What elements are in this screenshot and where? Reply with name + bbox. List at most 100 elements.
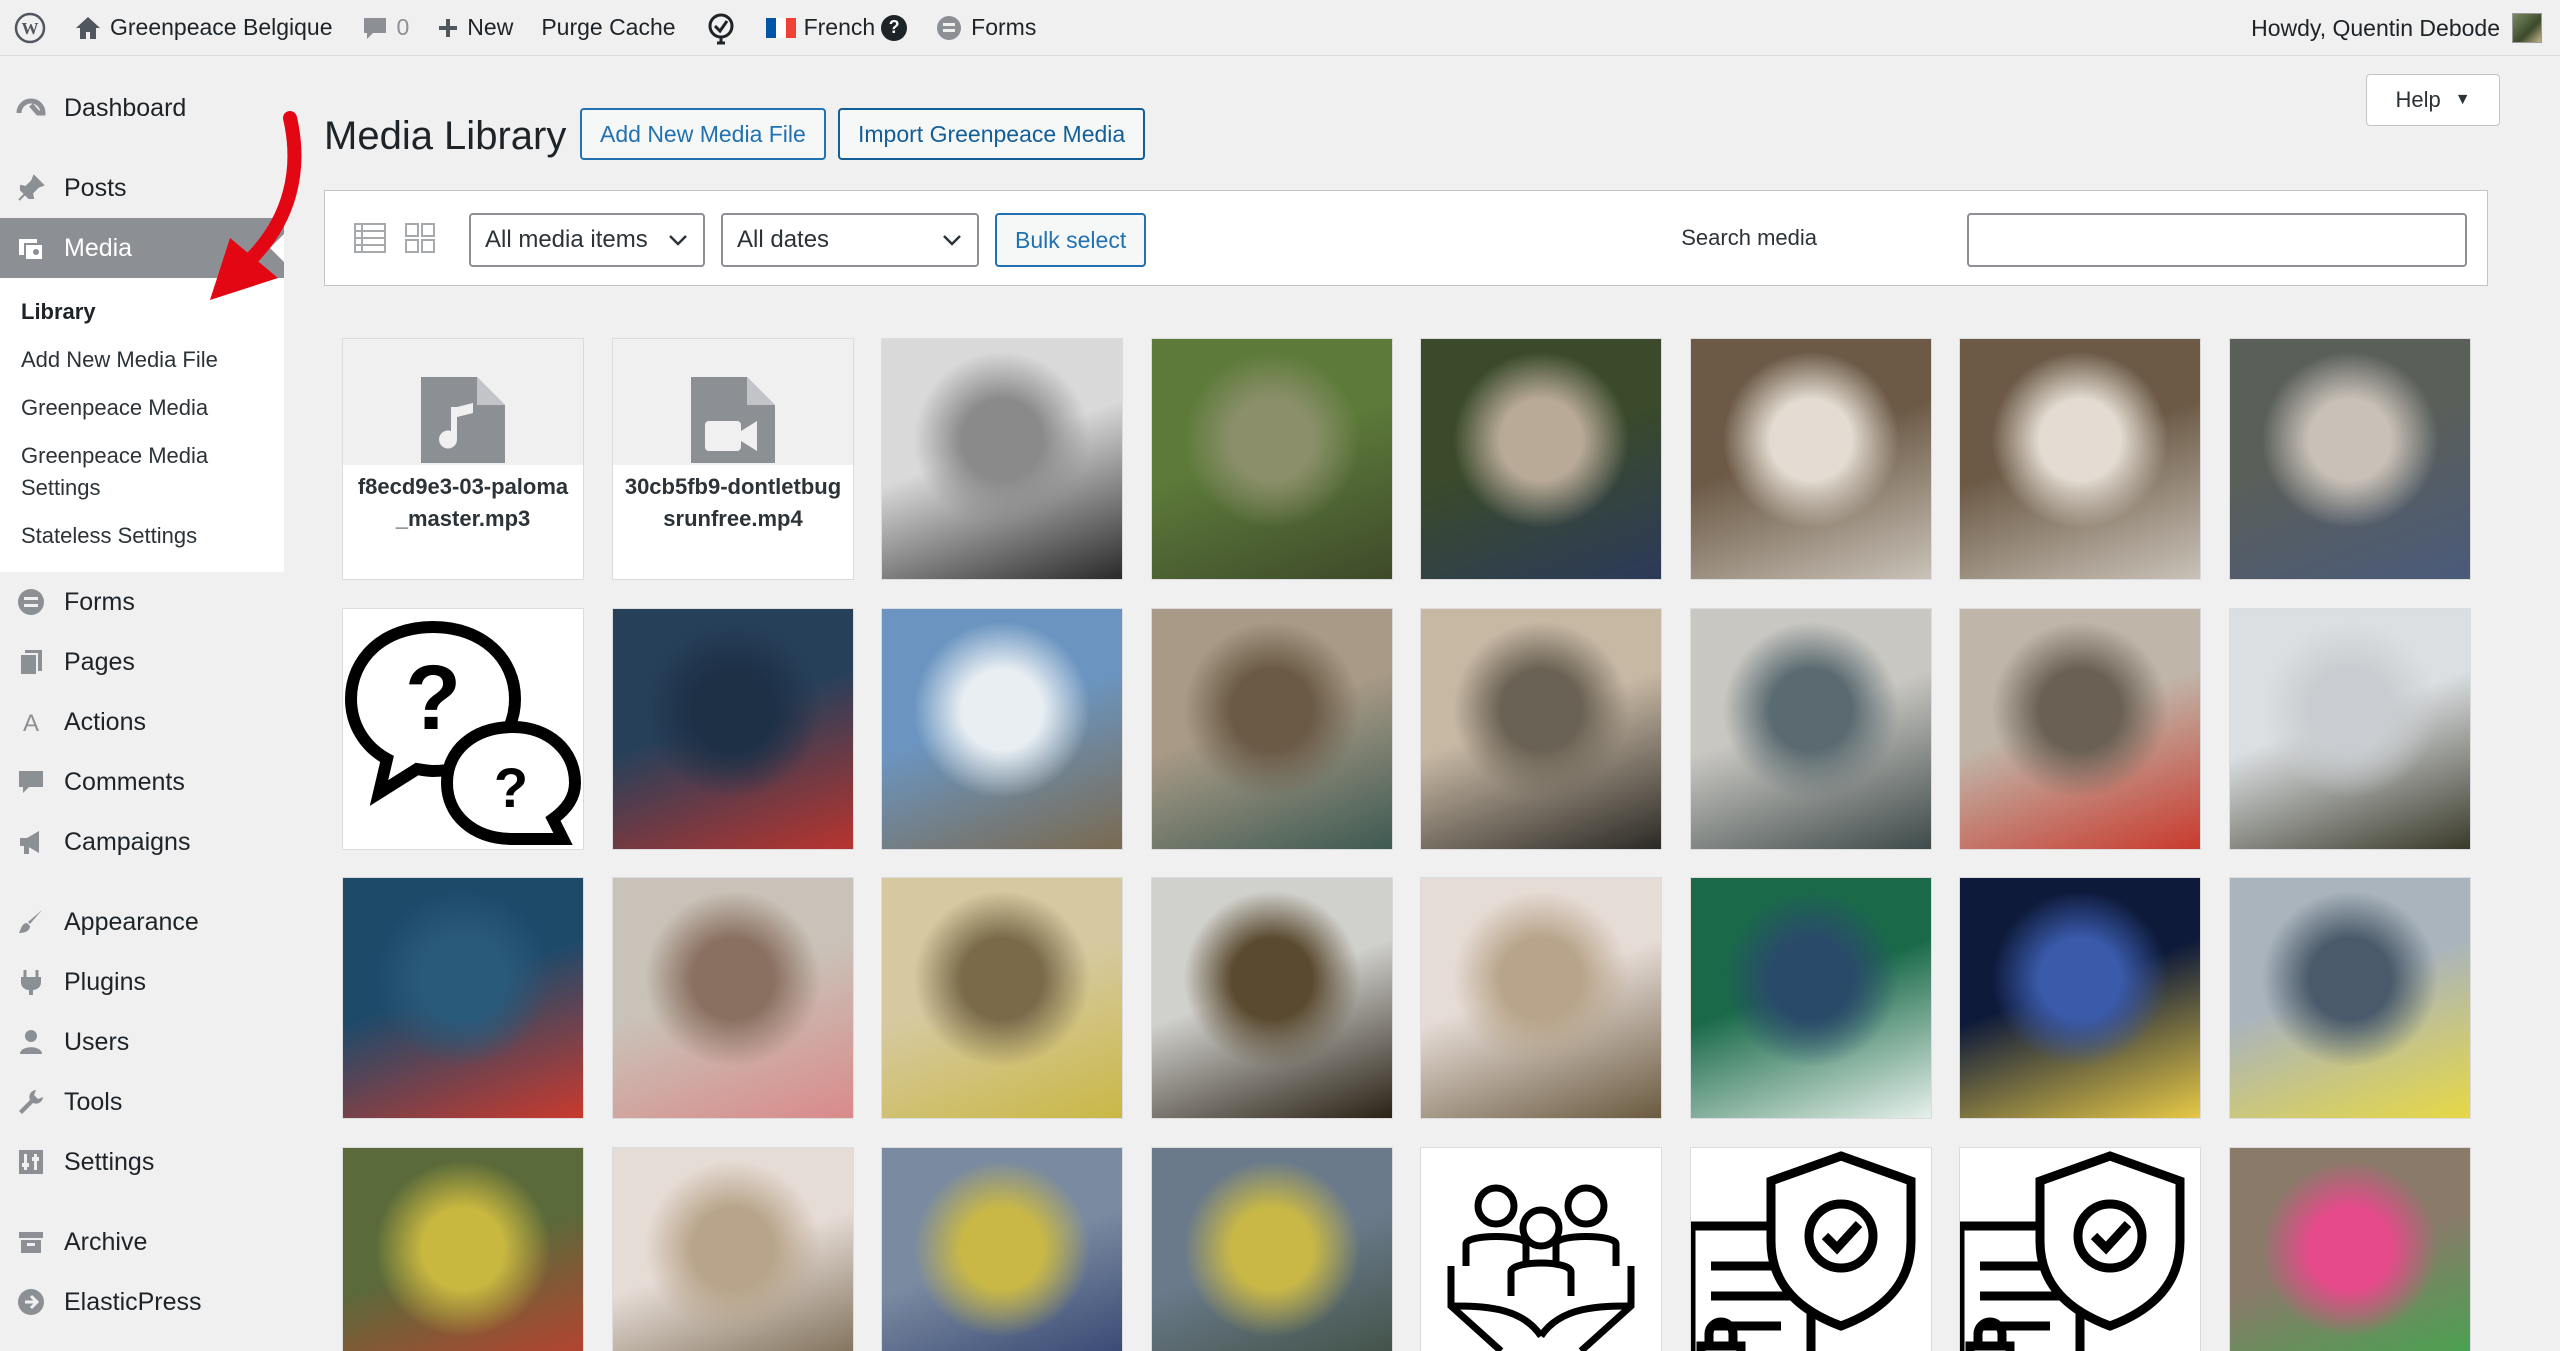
page-title: Media Library bbox=[324, 114, 567, 158]
forms-icon bbox=[16, 587, 46, 617]
media-photo-attachment[interactable] bbox=[2229, 877, 2471, 1119]
help-question-icon[interactable]: ? bbox=[881, 14, 908, 41]
grid-view-icon[interactable] bbox=[403, 221, 437, 255]
submenu-add-new-media-file[interactable]: Add New Media File bbox=[0, 336, 284, 384]
plus-icon bbox=[439, 18, 458, 37]
chevron-down-icon bbox=[943, 235, 961, 246]
purge-cache-button[interactable]: Purge Cache bbox=[527, 0, 689, 56]
search-media-label: Search media bbox=[1681, 225, 1817, 250]
media-photo-attachment[interactable] bbox=[881, 338, 1123, 580]
menu-media[interactable]: Media bbox=[0, 218, 284, 278]
media-photo-attachment[interactable] bbox=[1959, 338, 2201, 580]
media-toolbar: All media items All dates Bulk select Se… bbox=[324, 190, 2488, 286]
import-greenpeace-media-button[interactable]: Import Greenpeace Media bbox=[838, 108, 1146, 160]
menu-posts[interactable]: Posts bbox=[0, 158, 284, 218]
menu-posts-label: Posts bbox=[64, 173, 127, 202]
media-type-filter-select[interactable]: All media items bbox=[469, 213, 705, 267]
help-tab-button[interactable]: Help ▼ bbox=[2366, 74, 2500, 126]
media-photo-attachment[interactable] bbox=[1151, 608, 1393, 850]
site-name-link[interactable]: Greenpeace Belgique bbox=[60, 0, 347, 56]
menu-appearance[interactable]: Appearance bbox=[0, 892, 284, 952]
language-switcher[interactable]: French ? bbox=[752, 0, 922, 56]
menu-plugins[interactable]: Plugins bbox=[0, 952, 284, 1012]
menu-appearance-label: Appearance bbox=[64, 907, 199, 936]
media-image-attachment[interactable] bbox=[1420, 1147, 1662, 1351]
media-photo-attachment[interactable] bbox=[1959, 877, 2201, 1119]
svg-text:?: ? bbox=[405, 647, 461, 749]
file-thumbnail bbox=[343, 339, 583, 465]
list-view-icon[interactable] bbox=[353, 221, 387, 255]
media-file-attachment[interactable]: 30cb5fb9-dontletbugsrunfree.mp4 bbox=[612, 338, 854, 580]
menu-users-label: Users bbox=[64, 1027, 130, 1056]
document-shield-icon bbox=[1960, 1148, 2200, 1351]
menu-archive[interactable]: Archive bbox=[0, 1212, 284, 1272]
menu-pages[interactable]: Pages bbox=[0, 632, 284, 692]
menu-actions-label: Actions bbox=[64, 707, 146, 736]
media-photo-attachment[interactable] bbox=[342, 877, 584, 1119]
media-photo-attachment[interactable] bbox=[1151, 338, 1393, 580]
media-photo-attachment[interactable] bbox=[1959, 608, 2201, 850]
date-filter-select[interactable]: All dates bbox=[721, 213, 979, 267]
media-photo-attachment[interactable] bbox=[612, 877, 854, 1119]
media-photo-attachment[interactable] bbox=[1690, 608, 1932, 850]
media-photo-attachment[interactable] bbox=[612, 608, 854, 850]
wordpress-logo-button[interactable]: W bbox=[0, 0, 60, 56]
media-photo-attachment[interactable] bbox=[881, 608, 1123, 850]
pin-icon bbox=[16, 173, 46, 203]
media-photo-attachment[interactable] bbox=[1151, 877, 1393, 1119]
brush-icon bbox=[16, 907, 46, 937]
submenu-stateless-settings[interactable]: Stateless Settings bbox=[0, 512, 284, 560]
my-account-menu[interactable]: Howdy, Quentin Debode bbox=[2251, 0, 2560, 56]
audio-file-icon bbox=[421, 377, 505, 468]
svg-text:A: A bbox=[23, 710, 39, 737]
menu-dashboard-label: Dashboard bbox=[64, 93, 187, 122]
media-photo-attachment[interactable] bbox=[2229, 608, 2471, 850]
submenu-greenpeace-media-settings[interactable]: Greenpeace Media Settings bbox=[0, 432, 284, 512]
media-photo-attachment[interactable] bbox=[1420, 338, 1662, 580]
menu-tools[interactable]: Tools bbox=[0, 1072, 284, 1132]
menu-forms[interactable]: Forms bbox=[0, 572, 284, 632]
add-new-media-file-button[interactable]: Add New Media File bbox=[580, 108, 826, 160]
query-monitor-button[interactable] bbox=[690, 0, 752, 56]
menu-comments[interactable]: Comments bbox=[0, 752, 284, 812]
submenu-greenpeace-media[interactable]: Greenpeace Media bbox=[0, 384, 284, 432]
menu-campaigns[interactable]: Campaigns bbox=[0, 812, 284, 872]
media-photo-attachment[interactable] bbox=[2229, 338, 2471, 580]
comments-icon bbox=[16, 767, 46, 797]
forms-link[interactable]: Forms bbox=[921, 0, 1050, 56]
media-icon bbox=[16, 233, 46, 263]
menu-users[interactable]: Users bbox=[0, 1012, 284, 1072]
menu-elasticpress[interactable]: ElasticPress bbox=[0, 1272, 284, 1332]
media-file-attachment[interactable]: f8ecd9e3-03-paloma_master.mp3 bbox=[342, 338, 584, 580]
media-photo-attachment[interactable] bbox=[342, 1147, 584, 1351]
media-image-attachment[interactable]: ?? bbox=[342, 608, 584, 850]
chevron-down-icon bbox=[669, 235, 687, 246]
query-monitor-icon bbox=[708, 13, 734, 44]
media-photo-attachment[interactable] bbox=[1151, 1147, 1393, 1351]
menu-dashboard[interactable]: Dashboard bbox=[0, 78, 284, 138]
new-content-menu[interactable]: New bbox=[423, 0, 527, 56]
admin-bar: W Greenpeace Belgique 0 New Purge Cache … bbox=[0, 0, 2560, 56]
menu-tools-label: Tools bbox=[64, 1087, 123, 1116]
media-photo-attachment[interactable] bbox=[1420, 877, 1662, 1119]
media-photo-attachment[interactable] bbox=[2229, 1147, 2471, 1351]
media-photo-attachment[interactable] bbox=[1690, 877, 1932, 1119]
media-photo-attachment[interactable] bbox=[1420, 608, 1662, 850]
pages-icon bbox=[16, 647, 46, 677]
menu-settings-label: Settings bbox=[64, 1147, 155, 1176]
comment-bubble-icon bbox=[363, 17, 386, 39]
menu-settings[interactable]: Settings bbox=[0, 1132, 284, 1192]
media-image-attachment[interactable] bbox=[1959, 1147, 2201, 1351]
submenu-library[interactable]: Library bbox=[0, 288, 284, 336]
media-photo-attachment[interactable] bbox=[1690, 338, 1932, 580]
settings-icon bbox=[16, 1147, 46, 1177]
comments-link[interactable]: 0 bbox=[347, 0, 424, 56]
media-photo-attachment[interactable] bbox=[881, 877, 1123, 1119]
search-media-input[interactable] bbox=[1967, 213, 2467, 267]
media-photo-attachment[interactable] bbox=[881, 1147, 1123, 1351]
bulk-select-button[interactable]: Bulk select bbox=[995, 213, 1147, 267]
menu-actions[interactable]: A Actions bbox=[0, 692, 284, 752]
media-image-attachment[interactable] bbox=[1690, 1147, 1932, 1351]
avatar bbox=[2512, 13, 2542, 43]
media-photo-attachment[interactable] bbox=[612, 1147, 854, 1351]
